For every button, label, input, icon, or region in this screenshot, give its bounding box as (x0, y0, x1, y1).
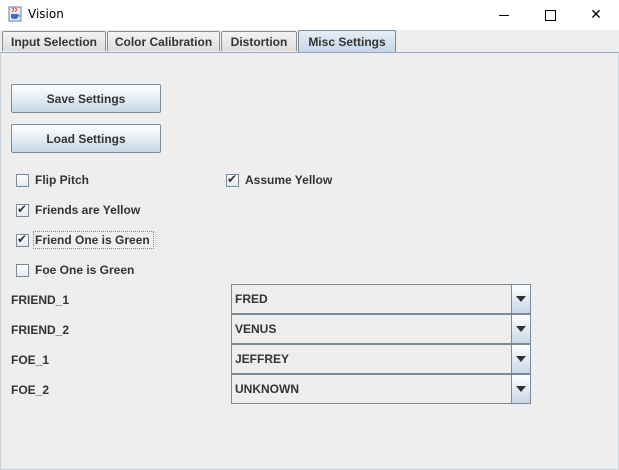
checkbox-label: Friends are Yellow (35, 203, 141, 217)
assume-yellow-checkbox[interactable]: ✔ Assume Yellow (226, 171, 333, 187)
checkbox-box (16, 263, 29, 277)
tab-label: Input Selection (10, 34, 97, 49)
title-bar[interactable]: Vision ✕ (0, 0, 619, 30)
select-value: JEFFREY (235, 352, 290, 366)
tab-label: Distortion (230, 34, 288, 49)
foe-2-label: FOE_2 (11, 383, 50, 397)
check-mark-icon: ✔ (17, 201, 28, 216)
foe-1-label: FOE_1 (11, 353, 50, 367)
misc-settings-panel (0, 52, 619, 470)
maximize-button[interactable] (527, 0, 573, 30)
window-title: Vision (28, 7, 64, 21)
select-value: VENUS (235, 322, 277, 336)
checkbox-label: Friend One is Green (33, 231, 154, 249)
dropdown-button[interactable] (511, 315, 530, 343)
tab-label: Misc Settings (308, 34, 386, 49)
check-mark-icon: ✔ (17, 231, 28, 246)
java-cup-icon (8, 6, 22, 22)
friend-1-label: FRIEND_1 (11, 293, 70, 307)
checkbox-box (16, 173, 29, 187)
minimize-button[interactable] (481, 0, 527, 30)
foe-1-select[interactable]: JEFFREY (231, 344, 531, 374)
maximize-icon (544, 9, 556, 21)
chevron-down-icon (516, 356, 526, 362)
dropdown-button[interactable] (511, 345, 530, 373)
select-value: UNKNOWN (235, 382, 299, 396)
foe-2-select[interactable]: UNKNOWN (231, 374, 531, 404)
select-value: FRED (235, 292, 268, 306)
friend-one-is-green-checkbox[interactable]: ✔ Friend One is Green (16, 231, 154, 249)
checkbox-box: ✔ (226, 171, 239, 187)
tab-misc-settings[interactable]: Misc Settings (298, 30, 396, 52)
tab-input-selection[interactable]: Input Selection (2, 31, 106, 51)
foe-one-is-green-checkbox[interactable]: Foe One is Green (16, 263, 134, 277)
checkbox-box: ✔ (16, 201, 29, 217)
load-settings-button[interactable]: Load Settings (11, 124, 161, 153)
save-settings-button[interactable]: Save Settings (11, 84, 161, 113)
chevron-down-icon (516, 386, 526, 392)
friend-2-select[interactable]: VENUS (231, 314, 531, 344)
chevron-down-icon (516, 326, 526, 332)
friend-1-select[interactable]: FRED (231, 284, 531, 314)
minimize-icon (499, 14, 509, 16)
friend-2-label: FRIEND_2 (11, 323, 70, 337)
dropdown-button[interactable] (511, 375, 530, 403)
checkbox-label: Foe One is Green (35, 263, 135, 277)
tab-color-calibration[interactable]: Color Calibration (107, 31, 220, 51)
close-icon: ✕ (590, 7, 602, 23)
check-mark-icon: ✔ (227, 171, 238, 186)
flip-pitch-checkbox[interactable]: Flip Pitch (16, 173, 89, 187)
close-button[interactable]: ✕ (573, 0, 619, 30)
tab-label: Color Calibration (114, 34, 213, 49)
checkbox-label: Assume Yellow (245, 173, 333, 187)
tab-distortion[interactable]: Distortion (221, 31, 297, 51)
chevron-down-icon (516, 296, 526, 302)
dropdown-button[interactable] (511, 285, 530, 313)
friends-are-yellow-checkbox[interactable]: ✔ Friends are Yellow (16, 201, 141, 217)
checkbox-label: Flip Pitch (35, 173, 89, 187)
checkbox-box: ✔ (16, 231, 29, 247)
